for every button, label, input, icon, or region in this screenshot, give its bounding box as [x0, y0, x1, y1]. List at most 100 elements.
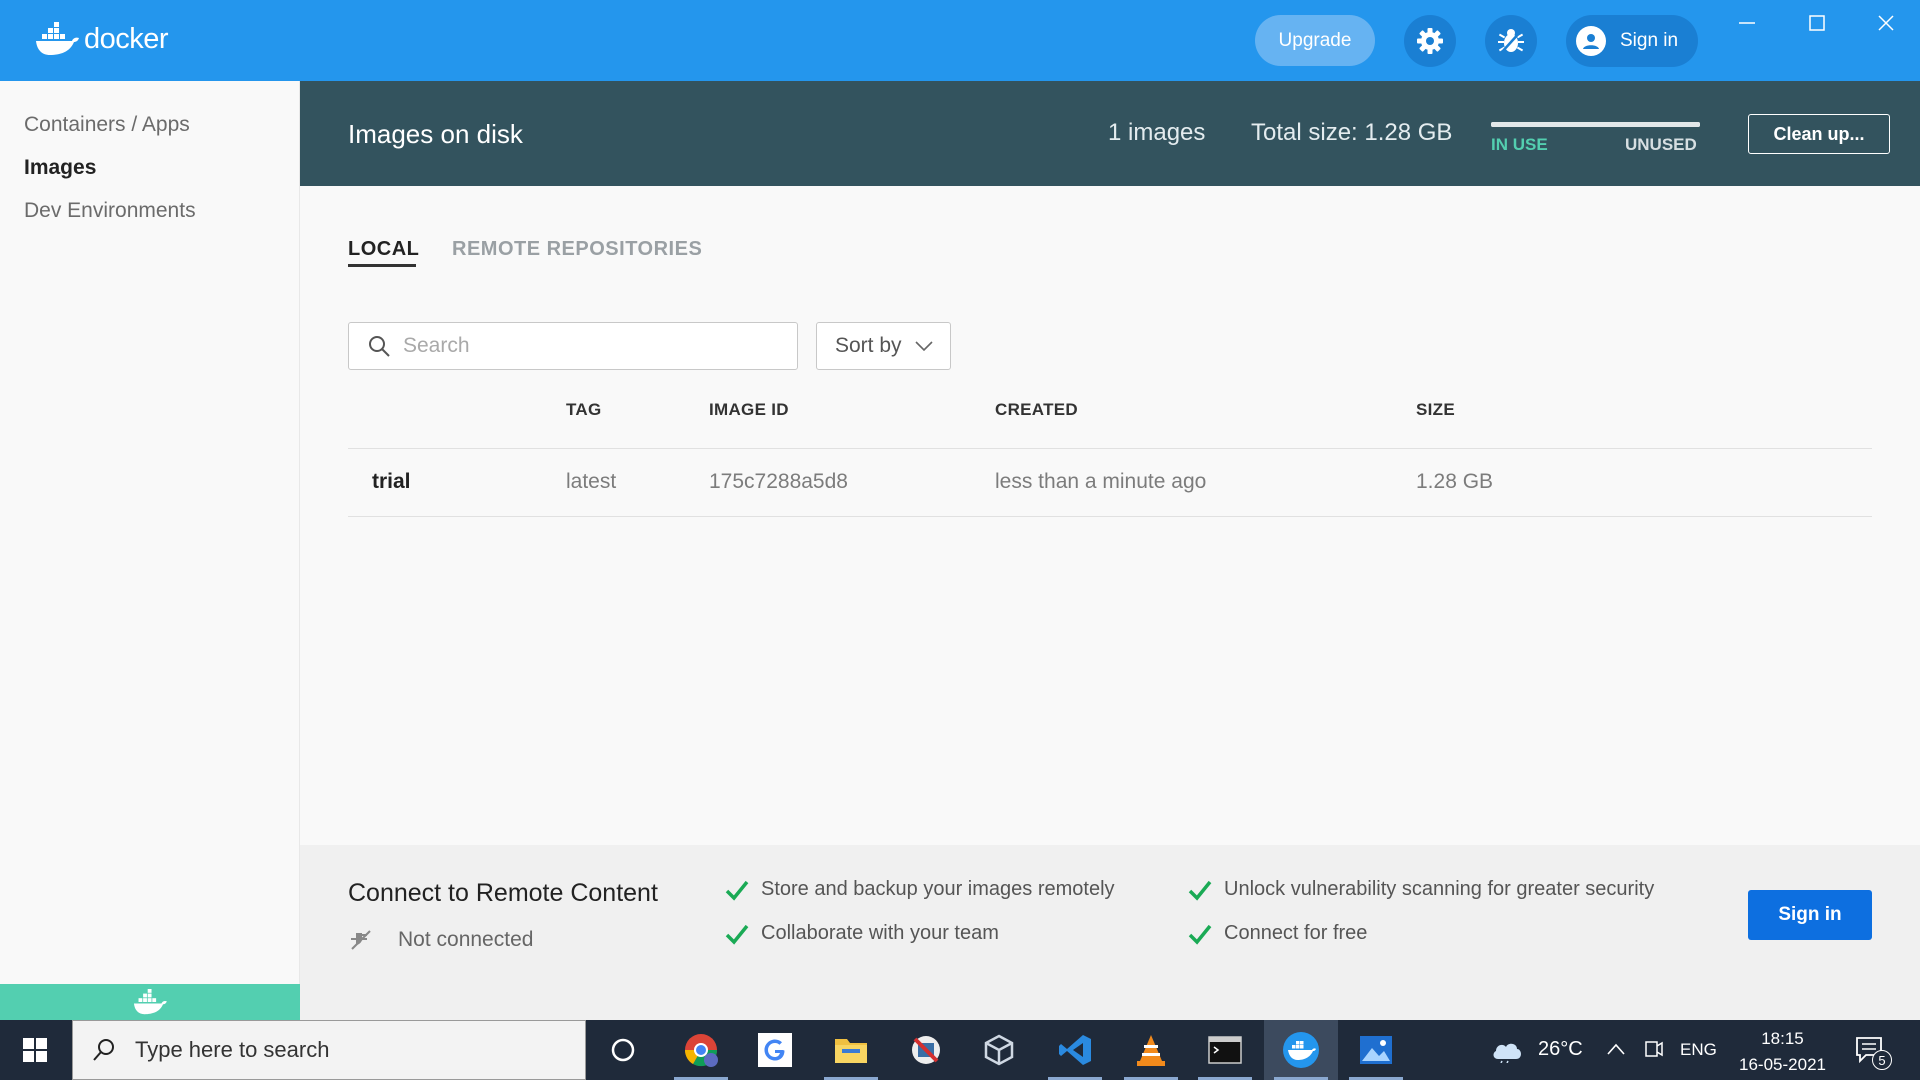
terminal-icon [1208, 1036, 1242, 1064]
notification-count-badge: 5 [1872, 1050, 1892, 1070]
sort-label: Sort by [835, 334, 902, 357]
chevron-up-icon[interactable] [1606, 1042, 1626, 1056]
image-count: 1 images [1108, 119, 1206, 146]
feature-item: Store and backup your images remotely [725, 878, 1115, 901]
images-header: Images on disk 1 images Total size: 1.28… [300, 81, 1920, 186]
remote-signin-button[interactable]: Sign in [1748, 890, 1872, 940]
column-header-tag[interactable]: TAG [566, 400, 602, 420]
weather-temperature[interactable]: 26°C [1538, 1038, 1583, 1061]
connection-status: Not connected [348, 927, 533, 953]
taskbar-search-placeholder: Type here to search [135, 1037, 330, 1062]
engine-status-bar[interactable] [0, 984, 300, 1020]
column-header-created[interactable]: CREATED [995, 400, 1078, 420]
windows-logo-icon [23, 1038, 47, 1062]
docker-whale-icon [36, 22, 79, 55]
column-header-size[interactable]: SIZE [1416, 400, 1455, 420]
title-bar: docker Upgrade Sign in [0, 0, 1920, 81]
feature-text: Connect for free [1224, 922, 1368, 944]
taskbar-app-virtualbox[interactable] [962, 1020, 1036, 1080]
sidebar: Containers / Apps Images Dev Environment… [0, 81, 300, 984]
unused-label: UNUSED [1625, 135, 1697, 154]
check-icon [725, 924, 749, 945]
minimize-icon [1739, 22, 1755, 24]
clock-date: 16-05-2021 [1739, 1055, 1826, 1074]
account-signin-button[interactable]: Sign in [1566, 15, 1698, 67]
tab-remote-repositories[interactable]: REMOTE REPOSITORIES [452, 238, 702, 261]
sort-dropdown[interactable]: Sort by [816, 322, 951, 370]
taskbar-search[interactable]: Type here to search [72, 1020, 586, 1080]
feature-item: Connect for free [1188, 922, 1367, 945]
remote-content-panel: Connect to Remote Content Not connected … [300, 845, 1920, 984]
start-button[interactable] [0, 1020, 70, 1080]
check-icon [725, 880, 749, 901]
disk-usage-fill [1491, 122, 1700, 127]
feature-text: Store and backup your images remotely [761, 878, 1115, 900]
feature-item: Unlock vulnerability scanning for greate… [1188, 878, 1654, 901]
docker-icon [1283, 1032, 1319, 1068]
vlc-cone-icon [1137, 1035, 1165, 1066]
taskbar-app-photos[interactable] [1339, 1020, 1413, 1080]
check-icon [1188, 924, 1212, 945]
cortana-circle-icon [611, 1038, 635, 1062]
close-icon [1878, 15, 1894, 31]
settings-button[interactable] [1404, 15, 1456, 67]
image-tag: latest [566, 470, 617, 493]
windows-taskbar: Type here to search 26°C ENG 18:15 16-05… [0, 1020, 1920, 1080]
close-button[interactable] [1866, 8, 1906, 38]
cloud-weather-icon [1493, 1043, 1521, 1063]
row-divider [348, 516, 1872, 517]
taskbar-app-google[interactable] [738, 1020, 812, 1080]
taskbar-app-file-explorer[interactable] [814, 1020, 888, 1080]
feature-text: Unlock vulnerability scanning for greate… [1224, 878, 1655, 900]
tab-active-indicator [348, 264, 416, 267]
sidebar-item-dev-environments[interactable]: Dev Environments [24, 199, 196, 223]
troubleshoot-button[interactable] [1485, 15, 1537, 67]
sidebar-item-containers-apps[interactable]: Containers / Apps [24, 113, 190, 137]
docker-logo: docker [34, 22, 169, 56]
chevron-down-icon [914, 341, 933, 352]
sidebar-item-images[interactable]: Images [24, 156, 96, 180]
taskbar-app-chrome[interactable] [664, 1020, 738, 1080]
search-icon [369, 336, 390, 357]
brand-wordmark: docker [84, 22, 169, 55]
photos-icon [1360, 1036, 1392, 1064]
search-icon [93, 1039, 114, 1061]
meet-now-icon[interactable] [1643, 1038, 1665, 1060]
feature-item: Collaborate with your team [725, 922, 999, 945]
upgrade-button[interactable]: Upgrade [1255, 15, 1375, 66]
maximize-button[interactable] [1797, 8, 1837, 38]
taskbar-app-photo-editor[interactable] [889, 1020, 963, 1080]
taskbar-app-terminal[interactable] [1188, 1020, 1262, 1080]
user-avatar-icon [1576, 26, 1606, 56]
plug-disconnected-icon [351, 930, 371, 950]
disk-usage-bar [1491, 122, 1700, 127]
search-box[interactable] [348, 322, 798, 370]
search-input[interactable] [403, 334, 783, 358]
in-use-label: IN USE [1491, 135, 1548, 154]
vscode-icon [1059, 1035, 1091, 1065]
footer-spacer [300, 984, 1920, 1020]
taskbar-app-vlc[interactable] [1114, 1020, 1188, 1080]
header-divider [348, 448, 1872, 449]
minimize-button[interactable] [1727, 8, 1767, 38]
cortana-button[interactable] [586, 1020, 660, 1080]
maximize-icon [1809, 15, 1825, 31]
taskbar-app-docker[interactable] [1264, 1020, 1338, 1080]
cleanup-button[interactable]: Clean up... [1748, 114, 1890, 154]
taskbar-clock[interactable]: 18:15 16-05-2021 [1735, 1026, 1830, 1078]
notification-center-button[interactable]: 5 [1854, 1034, 1894, 1070]
chrome-icon [684, 1034, 718, 1067]
total-size: Total size: 1.28 GB [1251, 119, 1453, 146]
tab-local[interactable]: LOCAL [348, 238, 419, 261]
photo-editor-icon [912, 1036, 940, 1064]
image-id: 175c7288a5d8 [709, 470, 848, 493]
input-language[interactable]: ENG [1680, 1040, 1717, 1060]
feature-text: Collaborate with your team [761, 922, 999, 944]
image-created: less than a minute ago [995, 470, 1207, 493]
column-header-image-id[interactable]: IMAGE ID [709, 400, 789, 420]
folder-icon [835, 1039, 867, 1063]
remote-panel-title: Connect to Remote Content [348, 879, 658, 907]
check-icon [1188, 880, 1212, 901]
taskbar-app-vscode[interactable] [1038, 1020, 1112, 1080]
connection-status-text: Not connected [398, 928, 534, 951]
